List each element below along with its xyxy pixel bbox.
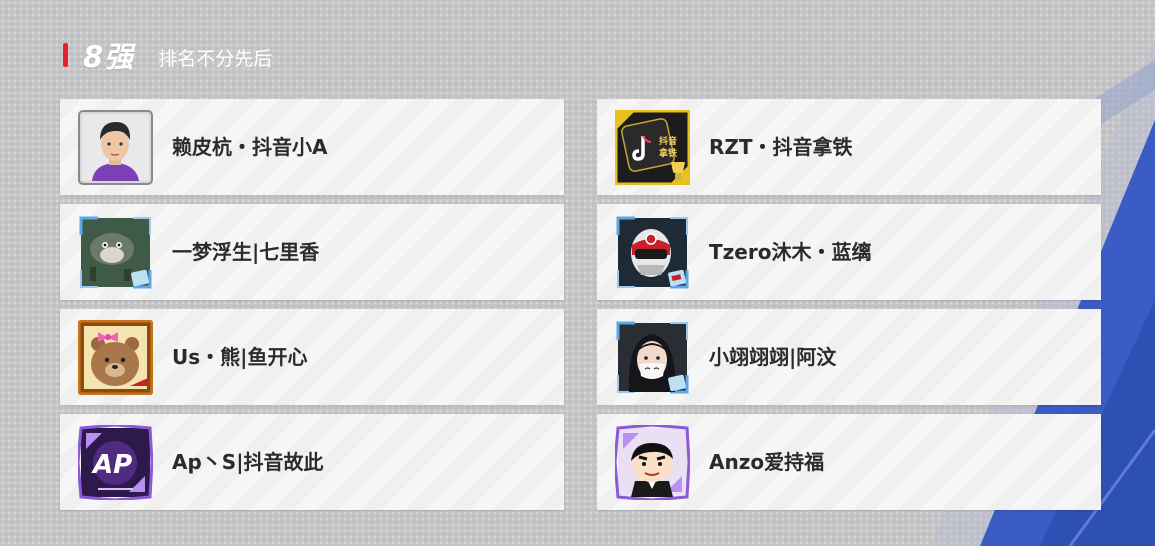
masked-girl-avatar-icon: [615, 320, 690, 395]
player-photo-avatar-icon: [78, 110, 153, 185]
page-subtitle: 排名不分先后: [158, 47, 273, 70]
player-name: Anzo爱持福: [709, 450, 825, 474]
player-card[interactable]: Us・熊|鱼开心: [60, 309, 564, 405]
forest-spirit-avatar-icon: [78, 215, 153, 290]
player-card[interactable]: AP Ap丶S|抖音故此: [60, 414, 564, 510]
svg-text:抖音: 抖音: [659, 135, 677, 147]
player-name: 一梦浮生|七里香: [172, 240, 320, 264]
player-name: RZT・抖音拿铁: [709, 135, 853, 159]
player-card[interactable]: 小翊翊翊|阿汶: [597, 309, 1101, 405]
racing-helmet-avatar-icon: [615, 215, 690, 290]
player-name: Tzero沐木・蓝缡: [709, 240, 872, 264]
ap-logo-avatar-icon: AP: [78, 425, 153, 500]
player-name: 赖皮杭・抖音小A: [172, 135, 328, 159]
section-header: 8强 排名不分先后: [63, 38, 273, 74]
svg-text:拿铁: 拿铁: [658, 147, 677, 159]
header-accent-bar: [63, 43, 68, 67]
page-title: 8强: [83, 40, 135, 74]
player-card[interactable]: 抖音 拿铁 RZT・抖音拿铁: [597, 99, 1101, 195]
cartoon-boy-avatar-icon: [615, 425, 690, 500]
player-name: 小翊翊翊|阿汶: [709, 345, 837, 369]
douyin-latte-trophy-avatar-icon: 抖音 拿铁: [615, 110, 690, 185]
brown-bear-avatar-icon: [78, 320, 153, 395]
player-name: Ap丶S|抖音故此: [172, 450, 324, 474]
player-card[interactable]: Tzero沐木・蓝缡: [597, 204, 1101, 300]
player-name: Us・熊|鱼开心: [172, 345, 308, 369]
player-card[interactable]: 赖皮杭・抖音小A: [60, 99, 564, 195]
svg-text:AP: AP: [91, 450, 132, 480]
player-card[interactable]: 一梦浮生|七里香: [60, 204, 564, 300]
player-card[interactable]: Anzo爱持福: [597, 414, 1101, 510]
